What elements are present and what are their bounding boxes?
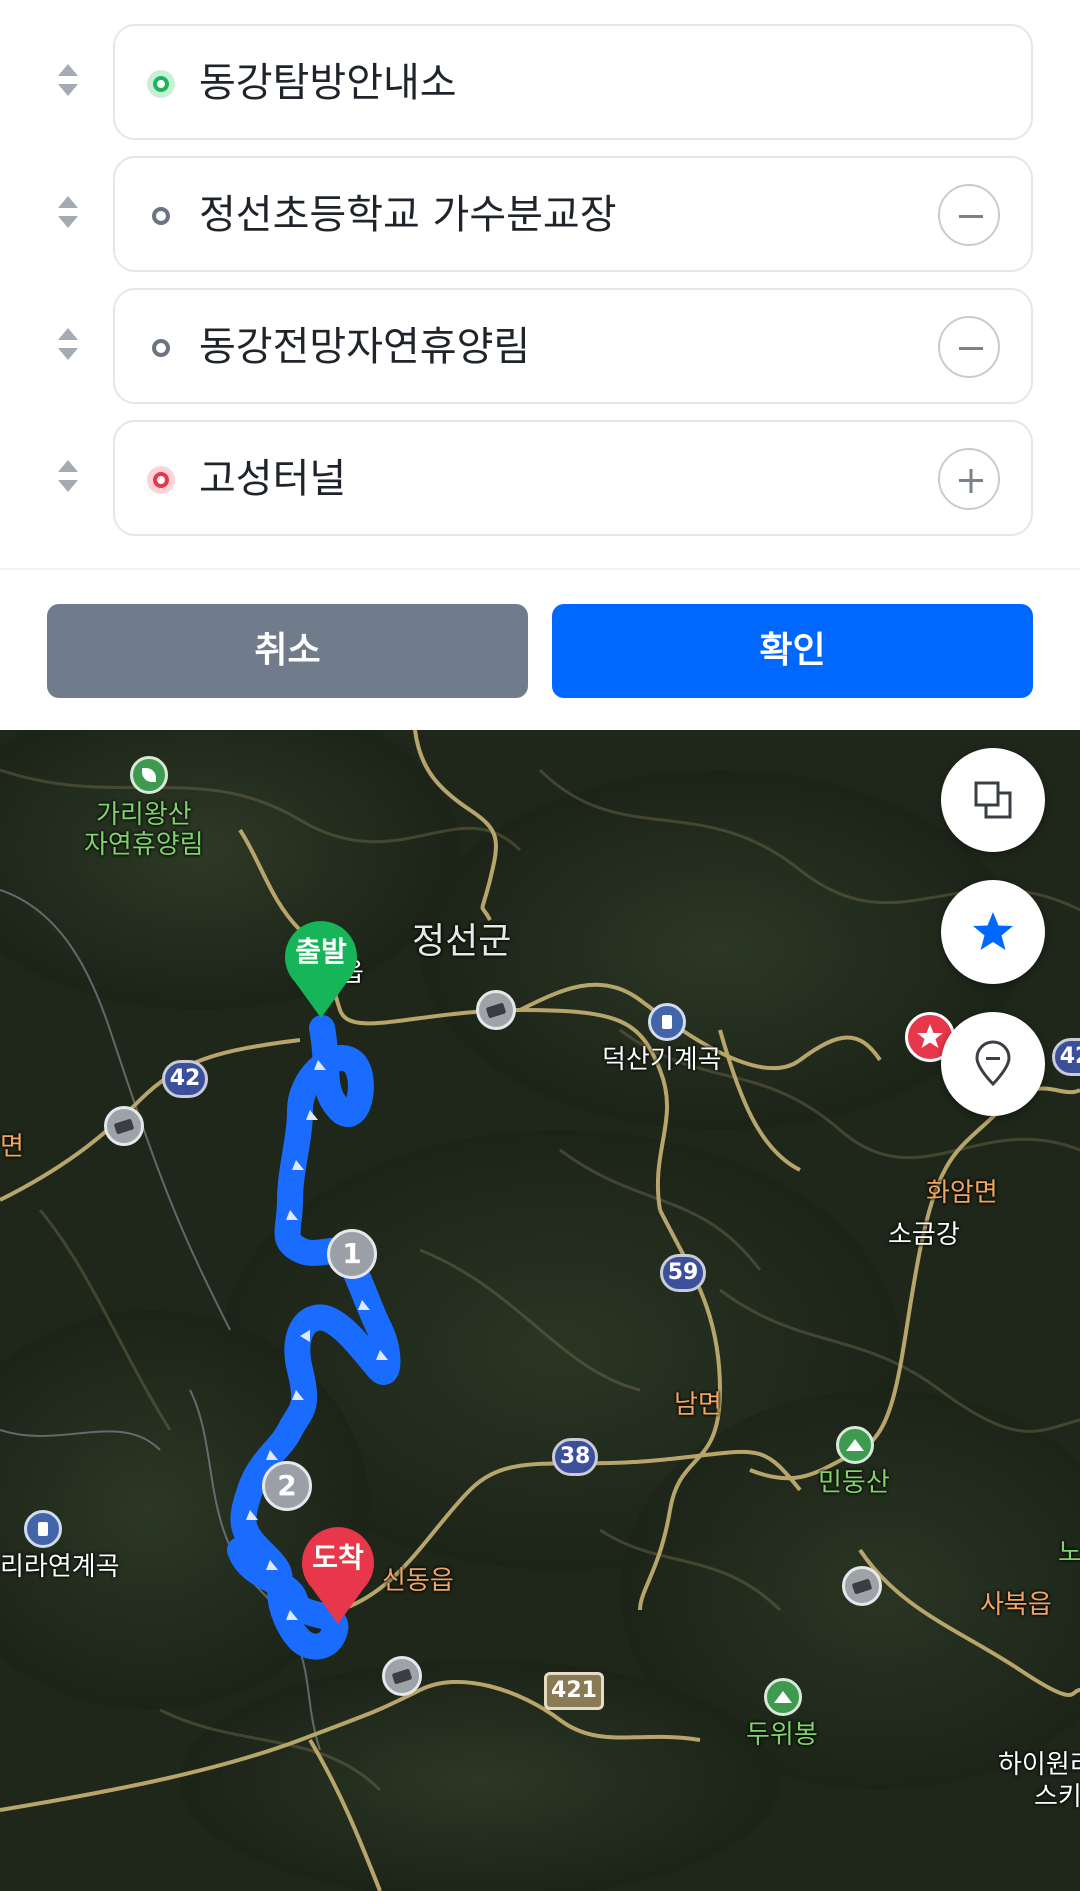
map-label: 덕산기계곡 — [602, 1045, 722, 1075]
satellite-map[interactable]: 가리왕산 자연휴양림 정선군 읍 덕산기계곡 화암면 소금강 남면 민둥산 신동… — [0, 730, 1080, 1891]
divider — [0, 568, 1080, 570]
map-label: 노 — [1058, 1538, 1080, 1568]
waypoint-field-start[interactable]: 동강탐방안내소 — [113, 24, 1033, 140]
end-marker-label: 도착 — [312, 1541, 364, 1574]
favorite-button[interactable] — [941, 880, 1045, 984]
forest-icon[interactable] — [130, 756, 168, 794]
traffic-camera-icon[interactable] — [842, 1566, 882, 1606]
traffic-camera-icon[interactable] — [476, 990, 516, 1030]
route-shield: 38 — [552, 1438, 598, 1476]
layers-icon — [974, 781, 1012, 819]
map-label: 면 — [0, 1132, 24, 1162]
minus-icon — [959, 347, 983, 350]
via-dot-icon — [147, 202, 175, 230]
traffic-camera-icon[interactable] — [382, 1656, 422, 1696]
minus-icon — [959, 215, 983, 218]
waypoint-row-start: 동강탐방안내소 — [0, 24, 1080, 140]
location-pin-icon — [975, 1040, 1011, 1087]
map-label: 남면 — [674, 1390, 722, 1420]
waypoint-number-marker[interactable]: 1 — [327, 1229, 377, 1279]
map-label: 리라연계곡 — [0, 1552, 120, 1582]
map-label-county: 정선군 — [412, 921, 512, 962]
route-shield: 59 — [660, 1254, 706, 1292]
valley-poi-icon[interactable] — [648, 1003, 686, 1041]
favorite-star-icon — [973, 912, 1013, 950]
waypoint-row-via-1: 정선초등학교 가수분교장 — [0, 156, 1080, 272]
confirm-button[interactable]: 확인 — [552, 604, 1033, 698]
waypoint-row-end: 고성터널 — [0, 420, 1080, 536]
mountain-icon[interactable] — [836, 1426, 874, 1464]
valley-poi-icon[interactable] — [24, 1510, 62, 1548]
end-dot-icon — [147, 466, 175, 494]
map-label: 하이원리 — [998, 1750, 1080, 1780]
start-marker[interactable]: 출발 — [281, 920, 361, 1020]
waypoint-field-end[interactable]: 고성터널 — [113, 420, 1033, 536]
map-label: 스키 — [1034, 1782, 1080, 1812]
cancel-button[interactable]: 취소 — [47, 604, 528, 698]
remove-waypoint-button[interactable] — [938, 184, 1000, 246]
map-label: 신동읍 — [382, 1566, 454, 1596]
waypoint-field-via-2[interactable]: 동강전망자연휴양림 — [113, 288, 1033, 404]
start-marker-label: 출발 — [295, 935, 347, 968]
waypoint-label: 고성터널 — [199, 456, 347, 502]
add-waypoint-button[interactable] — [938, 448, 1000, 510]
reorder-handle-icon[interactable] — [56, 192, 80, 232]
route-editor-panel: 동강탐방안내소 정선초등학교 가수분교장 동강전망자연휴양림 고성터널 취소 확… — [0, 0, 1080, 730]
location-button[interactable] — [941, 1012, 1045, 1116]
map-layers-button[interactable] — [941, 748, 1045, 852]
map-label: 가리왕산 — [96, 800, 192, 830]
remove-waypoint-button[interactable] — [938, 316, 1000, 378]
map-label: 자연휴양림 — [84, 830, 204, 860]
map-label: 사북읍 — [980, 1590, 1052, 1620]
reorder-handle-icon[interactable] — [56, 456, 80, 496]
end-marker[interactable]: 도착 — [298, 1526, 378, 1626]
map-label: 소금강 — [888, 1220, 960, 1250]
route-shield: 421 — [544, 1672, 604, 1710]
reorder-handle-icon[interactable] — [56, 324, 80, 364]
start-dot-icon — [147, 70, 175, 98]
traffic-camera-icon[interactable] — [104, 1106, 144, 1146]
waypoint-label: 동강탐방안내소 — [199, 60, 457, 106]
map-label: 민둥산 — [818, 1468, 890, 1498]
waypoint-number-marker[interactable]: 2 — [262, 1461, 312, 1511]
reorder-handle-icon[interactable] — [56, 60, 80, 100]
waypoint-label: 동강전망자연휴양림 — [199, 324, 531, 370]
map-label: 화암면 — [926, 1178, 998, 1208]
waypoint-field-via-1[interactable]: 정선초등학교 가수분교장 — [113, 156, 1033, 272]
plus-icon — [959, 469, 983, 493]
waypoint-label: 정선초등학교 가수분교장 — [199, 192, 617, 238]
map-terrain — [0, 730, 1080, 1891]
via-dot-icon — [147, 334, 175, 362]
map-label: 두위봉 — [746, 1720, 818, 1750]
mountain-icon[interactable] — [764, 1678, 802, 1716]
route-shield: 42 — [162, 1060, 208, 1098]
waypoint-row-via-2: 동강전망자연휴양림 — [0, 288, 1080, 404]
